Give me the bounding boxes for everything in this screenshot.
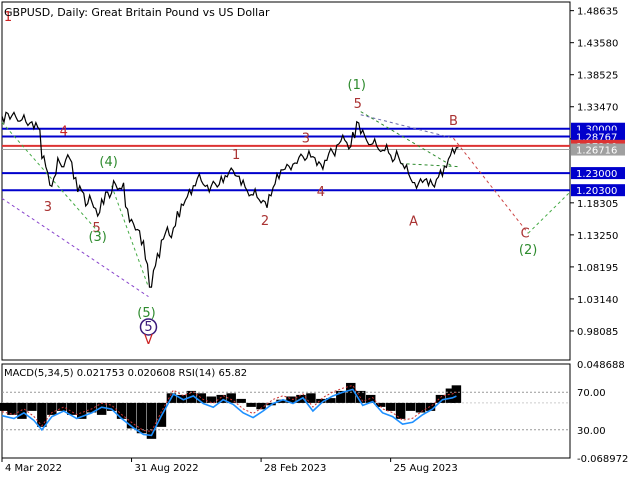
wave-label: 4	[60, 125, 68, 140]
wave-label: (2)	[519, 243, 537, 258]
chart-root: 1.486351.435801.385251.334701.284151.183…	[0, 0, 640, 480]
chart-title: GBPUSD, Daily: Great Britain Pound vs US…	[4, 6, 270, 19]
macd-bar	[27, 402, 37, 411]
y-tick-label: 1.43580	[577, 39, 618, 50]
macd-bar	[246, 402, 256, 407]
macd-bar	[236, 398, 246, 403]
level-label: 1.26716	[576, 146, 617, 157]
wave-label: V	[144, 333, 153, 348]
macd-bar	[385, 402, 396, 411]
wave-label: (3)	[88, 230, 106, 245]
y-tick-label: 1.08195	[577, 263, 618, 274]
macd-bar	[415, 402, 426, 413]
wave-label: 3	[302, 132, 310, 147]
wave-label: B	[449, 114, 458, 129]
x-tick-label: 4 Mar 2022	[5, 463, 62, 474]
rsi-level-label: 30.00	[577, 426, 606, 437]
macd-bar	[37, 402, 47, 427]
chart-svg: 1.486351.435801.385251.334701.284151.183…	[0, 1, 628, 474]
wave-label: 1	[232, 148, 240, 163]
x-tick-label: 31 Aug 2022	[135, 463, 199, 474]
wave-guide-line	[111, 185, 149, 288]
indicator-y-tick-label: 0.048688	[577, 360, 625, 371]
y-tick-label: 1.03140	[577, 295, 618, 306]
wave-guide-line	[400, 163, 461, 168]
macd-bar	[146, 402, 157, 439]
rsi-level-label: 70.00	[577, 388, 606, 399]
wave-guide-line	[1, 198, 149, 298]
level-label: 1.23000	[576, 169, 617, 180]
wave-label: 3	[44, 200, 52, 215]
wave-label: 2	[261, 214, 269, 229]
wave-label: A	[409, 215, 418, 230]
main-plot-frame	[1, 1, 571, 361]
x-tick-label: 25 Aug 2023	[394, 463, 458, 474]
wave-label: (4)	[99, 155, 117, 170]
y-tick-label: 1.18305	[577, 199, 618, 210]
y-tick-label: 1.48635	[577, 7, 618, 18]
indicator-title: MACD(5,34,5) 0.021753 0.020608 RSI(14) 6…	[4, 368, 247, 379]
wave-label: 5	[354, 97, 362, 112]
y-tick-label: 1.38525	[577, 71, 618, 82]
macd-bar	[451, 385, 462, 403]
wave-label: C	[521, 227, 530, 242]
forecast-path	[360, 114, 454, 139]
y-tick-label: 1.33470	[577, 103, 618, 114]
macd-bar	[306, 393, 316, 403]
forecast-path	[527, 191, 571, 234]
indicator-y-tick-label: -0.068972	[577, 454, 628, 465]
forecast-path	[453, 137, 529, 234]
macd-bar	[7, 402, 17, 415]
x-tick-label: 28 Feb 2023	[264, 463, 326, 474]
level-label: 1.20300	[576, 186, 617, 197]
wave-label: (1)	[348, 78, 366, 93]
wave-label: 4	[317, 185, 325, 200]
y-tick-label: 1.13250	[577, 231, 618, 242]
y-tick-label: 0.98085	[577, 327, 618, 338]
macd-bar	[405, 402, 416, 411]
